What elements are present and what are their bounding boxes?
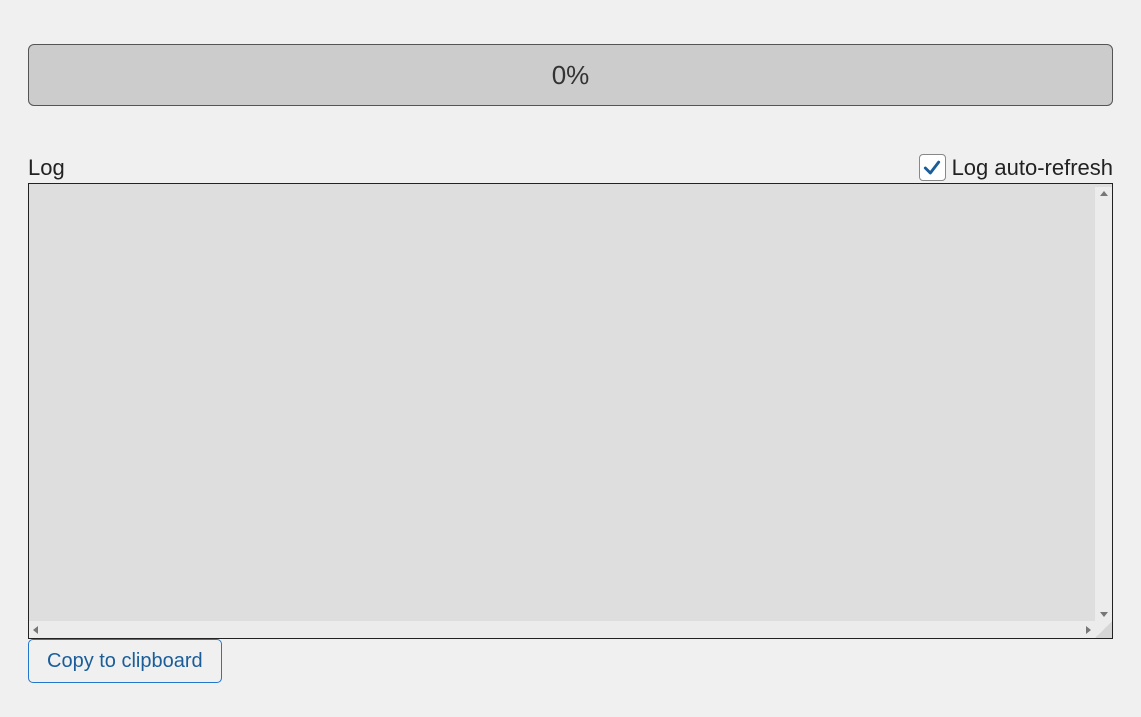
log-header: Log Log auto-refresh	[28, 154, 1113, 181]
horizontal-scrollbar[interactable]	[29, 621, 1095, 638]
scroll-down-icon	[1100, 612, 1108, 617]
scroll-left-icon	[33, 626, 38, 634]
log-auto-refresh-label: Log auto-refresh	[952, 155, 1113, 181]
scroll-right-icon	[1086, 626, 1091, 634]
log-label: Log	[28, 155, 65, 181]
vertical-scrollbar[interactable]	[1095, 187, 1112, 621]
checkmark-icon	[922, 158, 942, 178]
progress-text: 0%	[552, 60, 590, 91]
progress-bar: 0%	[28, 44, 1113, 106]
log-textarea[interactable]	[28, 183, 1113, 639]
scroll-up-icon	[1100, 191, 1108, 196]
log-auto-refresh-control[interactable]: Log auto-refresh	[919, 154, 1113, 181]
resize-grip-icon[interactable]	[1095, 621, 1112, 638]
copy-button-label: Copy to clipboard	[47, 650, 203, 673]
log-auto-refresh-checkbox[interactable]	[919, 154, 946, 181]
log-content	[32, 187, 1095, 621]
copy-to-clipboard-button[interactable]: Copy to clipboard	[28, 639, 222, 683]
